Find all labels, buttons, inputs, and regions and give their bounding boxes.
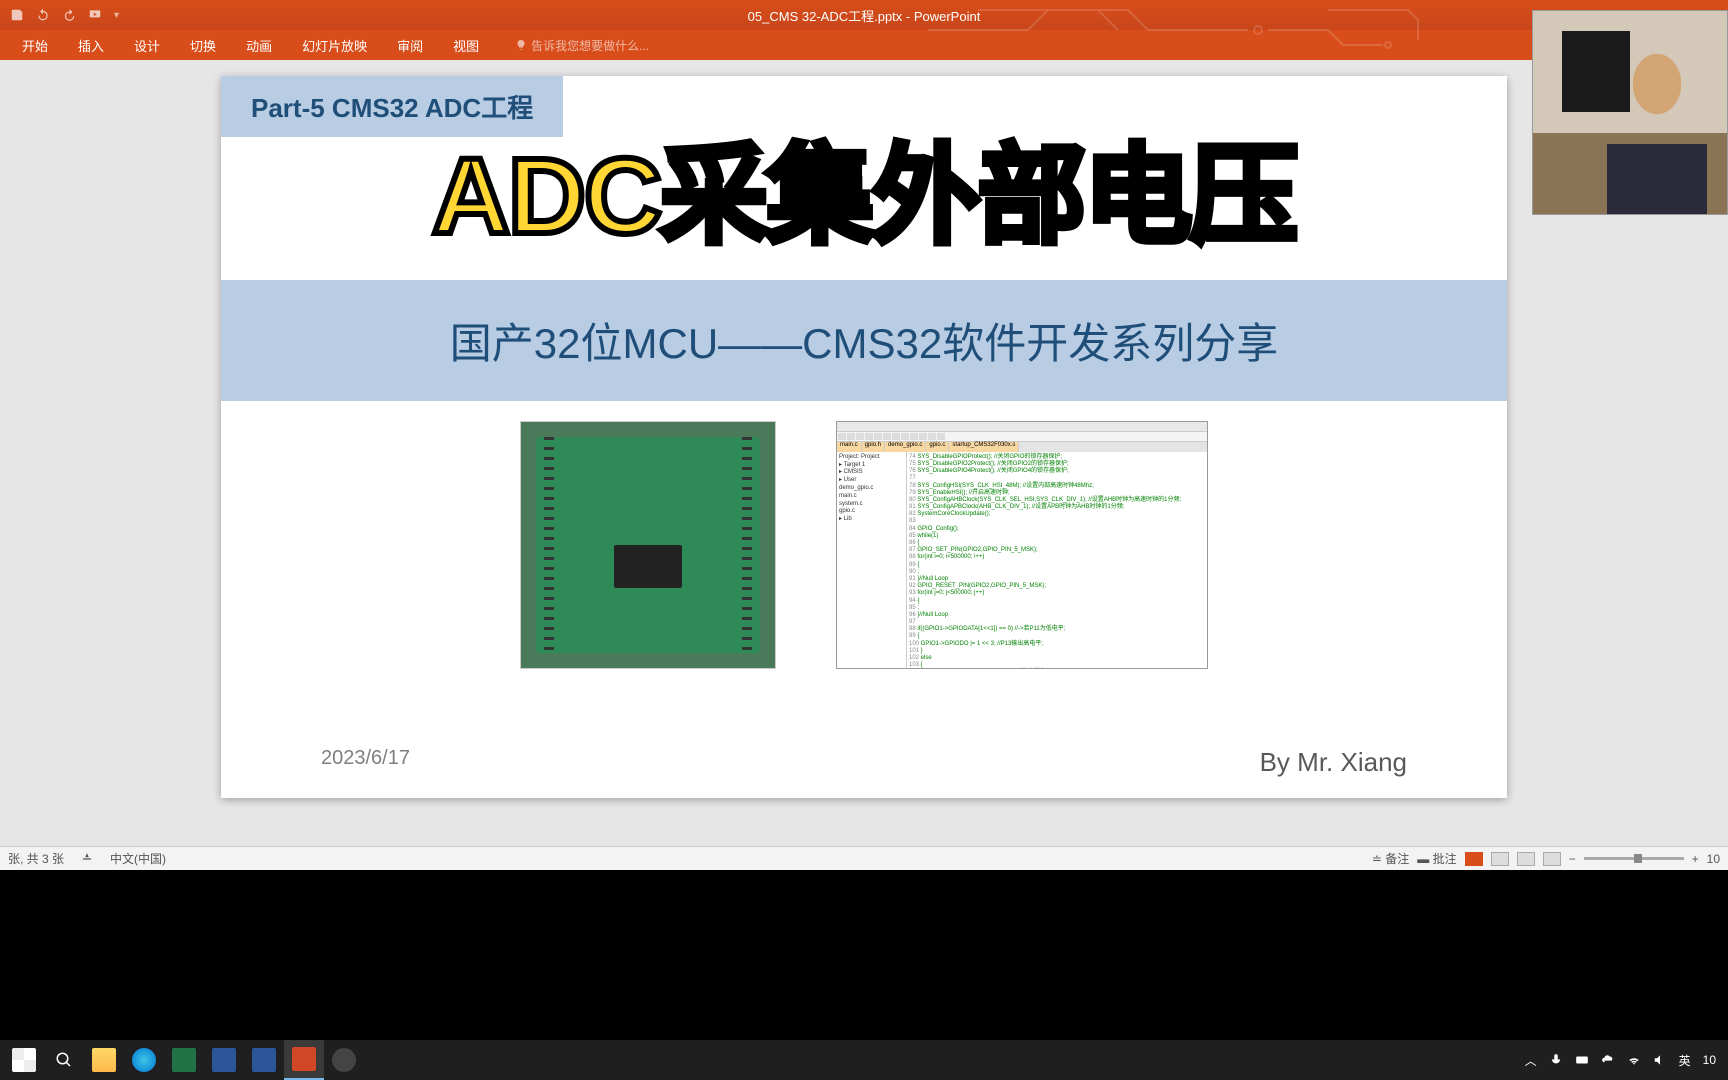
taskbar-files[interactable] bbox=[84, 1040, 124, 1080]
undo-icon[interactable] bbox=[36, 8, 50, 22]
images-row: main.cgpio.hdemo_gpio.cgpio.cstartup_CMS… bbox=[221, 421, 1507, 669]
redo-icon[interactable] bbox=[62, 8, 76, 22]
zoom-level[interactable]: 10 bbox=[1707, 852, 1720, 866]
language-indicator[interactable]: 中文(中国) bbox=[110, 850, 166, 867]
sorter-view-button[interactable] bbox=[1491, 852, 1509, 866]
slide-main-title: ADC采集外部电压 bbox=[221, 137, 1507, 256]
tab-insert[interactable]: 插入 bbox=[64, 30, 118, 61]
slideshow-view-button[interactable] bbox=[1543, 852, 1561, 866]
taskbar-word[interactable] bbox=[204, 1040, 244, 1080]
start-button[interactable] bbox=[4, 1040, 44, 1080]
tab-home[interactable]: 开始 bbox=[8, 30, 62, 61]
zoom-in-button[interactable]: + bbox=[1692, 852, 1699, 866]
zoom-slider[interactable] bbox=[1584, 857, 1684, 860]
part-banner-text: Part-5 CMS32 ADC工程 bbox=[251, 88, 533, 125]
ide-tree: Project: Project▸ Target 1 ▸ CMSIS ▸ Use… bbox=[837, 452, 907, 668]
wifi-icon[interactable] bbox=[1627, 1053, 1641, 1067]
sub-banner: 国产32位MCU——CMS32软件开发系列分享 bbox=[221, 280, 1507, 401]
pcb-image bbox=[520, 421, 776, 669]
slideshow-icon[interactable] bbox=[88, 8, 102, 22]
tray-chevron-icon[interactable]: ︿ bbox=[1525, 1052, 1537, 1069]
volume-icon[interactable] bbox=[1653, 1053, 1667, 1067]
tab-animations[interactable]: 动画 bbox=[232, 30, 286, 61]
taskbar-excel[interactable] bbox=[164, 1040, 204, 1080]
taskbar-edge[interactable] bbox=[124, 1040, 164, 1080]
slide-date: 2023/6/17 bbox=[321, 747, 410, 778]
decorative-circuit bbox=[928, 0, 1528, 60]
tell-me-placeholder: 告诉我您想要做什么... bbox=[531, 37, 649, 54]
status-bar: 张, 共 3 张 中文(中国) ≐ 备注 ▬ 批注 − + 10 bbox=[0, 846, 1728, 870]
slide-canvas[interactable]: Part-5 CMS32 ADC工程 ADC采集外部电压 国产32位MCU——C… bbox=[221, 76, 1507, 798]
tab-design[interactable]: 设计 bbox=[120, 30, 174, 61]
microphone-icon[interactable] bbox=[1549, 1053, 1563, 1067]
tab-transitions[interactable]: 切换 bbox=[176, 30, 230, 61]
ide-screenshot: main.cgpio.hdemo_gpio.cgpio.cstartup_CMS… bbox=[836, 421, 1208, 669]
tab-view[interactable]: 视图 bbox=[439, 30, 493, 61]
webcam-overlay bbox=[1532, 10, 1728, 215]
ime-indicator[interactable]: 英 bbox=[1679, 1052, 1691, 1069]
slide-author: By Mr. Xiang bbox=[1260, 747, 1407, 778]
onedrive-icon[interactable] bbox=[1601, 1053, 1615, 1067]
comments-button[interactable]: ▬ 批注 bbox=[1417, 850, 1456, 867]
taskbar-app[interactable] bbox=[324, 1040, 364, 1080]
slide-count: 张, 共 3 张 bbox=[8, 850, 64, 867]
slide-subtitle: 国产32位MCU——CMS32软件开发系列分享 bbox=[261, 310, 1467, 371]
reading-view-button[interactable] bbox=[1517, 852, 1535, 866]
slide-editor-area: Part-5 CMS32 ADC工程 ADC采集外部电压 国产32位MCU——C… bbox=[0, 60, 1728, 835]
lightbulb-icon bbox=[515, 39, 527, 51]
zoom-out-button[interactable]: − bbox=[1569, 852, 1576, 866]
tell-me-search[interactable]: 告诉我您想要做什么... bbox=[515, 37, 649, 54]
part-banner: Part-5 CMS32 ADC工程 bbox=[221, 76, 563, 137]
spellcheck-icon[interactable] bbox=[80, 852, 94, 866]
notes-button[interactable]: ≐ 备注 bbox=[1372, 850, 1409, 867]
taskbar-word2[interactable] bbox=[244, 1040, 284, 1080]
save-icon[interactable] bbox=[10, 8, 24, 22]
keyboard-icon[interactable] bbox=[1575, 1053, 1589, 1067]
tab-review[interactable]: 审阅 bbox=[383, 30, 437, 61]
clock[interactable]: 10 bbox=[1703, 1053, 1716, 1067]
search-button[interactable] bbox=[44, 1040, 84, 1080]
ide-code: 74 SYS_DisableGPIOProtect(); //关闭GPIO的锁存… bbox=[907, 452, 1207, 668]
tab-slideshow[interactable]: 幻灯片放映 bbox=[288, 30, 381, 61]
taskbar: ︿ 英 10 bbox=[0, 1040, 1728, 1080]
slide-footer: 2023/6/17 By Mr. Xiang bbox=[221, 747, 1507, 778]
normal-view-button[interactable] bbox=[1465, 852, 1483, 866]
title-bar: ▾ 05_CMS 32-ADC工程.pptx - PowerPoint bbox=[0, 0, 1728, 30]
taskbar-powerpoint[interactable] bbox=[284, 1040, 324, 1080]
system-tray: ︿ 英 10 bbox=[1525, 1052, 1724, 1069]
qat-dropdown-icon[interactable]: ▾ bbox=[114, 10, 119, 21]
